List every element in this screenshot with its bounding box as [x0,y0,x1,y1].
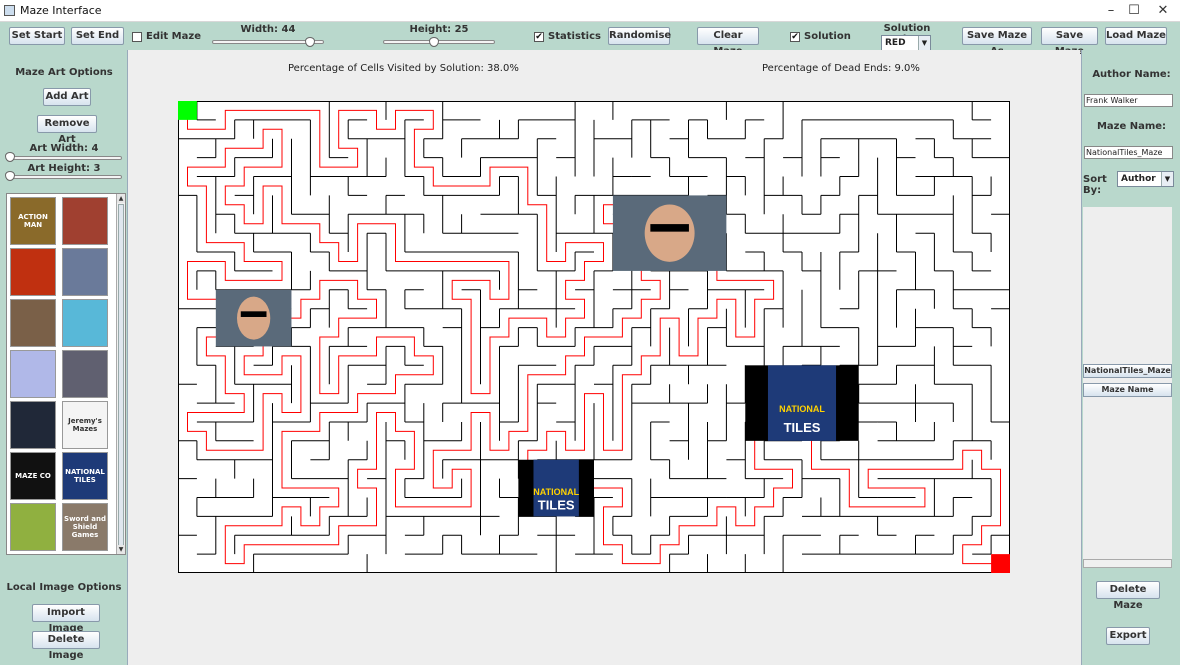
art-options-title: Maze Art Options [15,67,113,78]
maze-art-text: NATIONAL [533,487,579,497]
scroll-up-icon[interactable]: ▲ [117,194,125,203]
title-bar: Maze Interface – ☐ ✕ [0,0,1180,22]
statistics-checkbox[interactable]: ✔ Statistics [534,31,601,42]
import-image-button[interactable]: Import Image [32,604,100,634]
edit-maze-label: Edit Maze [146,31,201,42]
author-label: Author Name: [1092,69,1171,80]
gallery-thumbnail[interactable] [62,248,108,296]
maze-list-item[interactable]: Maze Name [1083,383,1172,397]
height-slider-thumb[interactable] [429,37,439,47]
window-title: Maze Interface [20,4,102,17]
edit-maze-checkbox[interactable]: Edit Maze [132,31,201,42]
solution-colour-select[interactable]: RED ▼ [881,35,931,51]
remove-art-button[interactable]: Remove Art [37,115,97,145]
add-art-button[interactable]: Add Art [43,88,91,106]
save-maze-as-button[interactable]: Save Maze As [962,27,1032,57]
gallery-thumbnail[interactable] [10,503,56,551]
save-maze-button[interactable]: Save Maze [1041,27,1098,57]
app-icon [4,5,15,16]
art-width-slider-thumb[interactable] [5,152,15,162]
width-label: Width: 44 [240,24,296,35]
gallery-thumbnail[interactable] [10,350,56,398]
edit-maze-box[interactable] [132,31,142,42]
maze-name-label: Maze Name: [1096,121,1167,132]
maze-list-item[interactable]: NationalTiles_Maze [1083,364,1172,378]
local-image-title: Local Image Options [6,582,122,593]
set-end-button[interactable]: Set End [71,27,124,45]
close-button[interactable]: ✕ [1140,0,1180,22]
set-start-button[interactable]: Set Start [9,27,65,45]
clear-maze-button[interactable]: Clear Maze [697,27,759,57]
gallery-thumbnail[interactable] [62,197,108,245]
solution-checkbox[interactable]: ✔ Solution [790,31,851,42]
sort-value: Author [1121,174,1156,184]
solution-colour-value: RED [885,38,906,48]
sunglasses-icon [650,224,689,232]
export-button[interactable]: Export [1106,627,1150,645]
sort-label: Sort By: [1083,174,1107,196]
gallery-thumbnail[interactable]: Jeremy's Mazes [62,401,108,449]
gallery-scroll-thumb[interactable] [118,204,124,546]
art-height-slider[interactable] [8,175,122,179]
gallery-scrollbar[interactable]: ▲ ▼ [116,194,125,554]
statistics-label: Statistics [548,31,601,42]
toolbar: Set Start Set End Edit Maze Width: 44 He… [0,22,1180,57]
maze-art-text: NATIONAL [779,404,825,414]
maze-list-scrollbar[interactable] [1083,559,1172,568]
gallery-thumbnail[interactable]: MAZE CO [10,452,56,500]
scroll-down-icon[interactable]: ▼ [117,545,125,554]
maze-art-face [644,204,695,262]
gallery-thumbnail[interactable] [10,299,56,347]
randomise-button[interactable]: Randomise [608,27,671,45]
gallery-thumbnail[interactable]: NATIONAL TILES [62,452,108,500]
gallery-thumbnail[interactable] [62,299,108,347]
maze-art-text: TILES [784,420,821,435]
statistics-box[interactable]: ✔ [534,31,544,42]
visited-stat: Percentage of Cells Visited by Solution:… [288,63,519,74]
gallery-thumbnail[interactable]: Sword and Shield Games [62,503,108,551]
chevron-down-icon[interactable]: ▼ [918,36,930,50]
end-cell [991,554,1010,573]
chevron-down-icon[interactable]: ▼ [1161,172,1173,186]
width-slider-thumb[interactable] [305,37,315,47]
art-gallery[interactable]: ▲ ▼ ACTION MAN Jeremy's Mazes MAZE CO NATIO… [6,193,126,555]
gallery-thumbnail[interactable]: ACTION MAN [10,197,56,245]
gallery-thumbnail[interactable] [10,401,56,449]
maze-art-face [236,296,271,340]
gallery-thumbnail[interactable] [10,248,56,296]
solution-box[interactable]: ✔ [790,31,800,42]
sunglasses-icon [240,311,267,317]
start-cell [178,101,197,120]
maze-grid[interactable]: NATIONALTILESNATIONALTILES [178,101,1010,573]
height-label: Height: 25 [409,24,469,35]
dead-ends-stat: Percentage of Dead Ends: 9.0% [762,63,920,74]
delete-maze-button[interactable]: Delete Maze [1096,581,1160,611]
load-maze-button[interactable]: Load Maze [1105,27,1167,45]
maze-name-input[interactable]: NationalTiles_Maze [1084,146,1173,159]
sort-select[interactable]: Author ▼ [1117,171,1174,187]
maze-art-text: TILES [538,498,575,513]
art-height-label: Art Height: 3 [27,163,101,174]
art-height-slider-thumb[interactable] [5,171,15,181]
art-width-label: Art Width: 4 [29,143,99,154]
gallery-thumbnail[interactable] [62,350,108,398]
solution-label: Solution [804,31,851,42]
delete-image-button[interactable]: Delete Image [32,631,100,661]
art-width-slider[interactable] [8,156,122,160]
author-input[interactable]: Frank Walker [1084,94,1173,107]
height-slider[interactable] [383,40,495,44]
